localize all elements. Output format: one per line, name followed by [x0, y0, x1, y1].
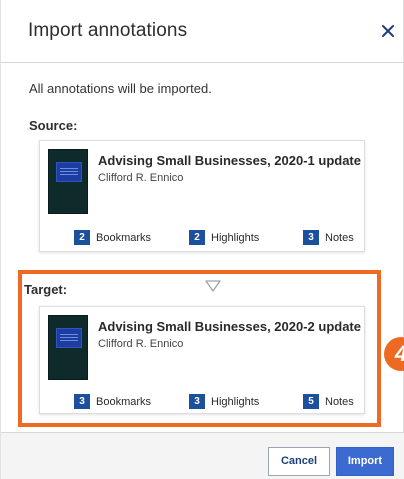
source-highlights-stat: 2 Highlights	[189, 230, 259, 245]
book-cover-image	[48, 315, 88, 380]
step-number-marker: 4	[384, 337, 404, 371]
close-icon	[382, 25, 394, 37]
import-button[interactable]: Import	[336, 447, 394, 476]
target-label: Target:	[24, 282, 68, 297]
source-label: Source:	[29, 118, 78, 133]
count-badge: 3	[189, 394, 205, 409]
count-badge: 3	[303, 230, 319, 245]
source-bookmarks-stat: 2 Bookmarks	[74, 230, 151, 245]
count-badge: 3	[74, 394, 90, 409]
stat-label: Highlights	[211, 231, 260, 244]
book-cover-image	[48, 149, 88, 214]
target-notes-stat: 5 Notes	[303, 394, 354, 409]
stat-label: Notes	[325, 231, 354, 244]
source-book-card: Advising Small Businesses, 2020-1 update…	[39, 140, 365, 252]
target-book-card: Advising Small Businesses, 2020-2 update…	[39, 306, 365, 414]
dialog-header: Import annotations	[1, 0, 404, 63]
target-book-author: Clifford R. Ennico	[98, 338, 184, 350]
source-notes-stat: 3 Notes	[303, 230, 354, 245]
stat-label: Highlights	[211, 395, 260, 408]
cancel-button[interactable]: Cancel	[268, 447, 330, 476]
source-book-author: Clifford R. Ennico	[98, 172, 184, 184]
stat-label: Bookmarks	[96, 231, 152, 244]
stat-label: Bookmarks	[96, 395, 152, 408]
dialog-title: Import annotations	[28, 20, 188, 41]
down-arrow-icon	[205, 280, 221, 292]
import-annotations-dialog: Import annotations All annotations will …	[0, 0, 404, 479]
target-highlights-stat: 3 Highlights	[189, 394, 259, 409]
source-book-title: Advising Small Businesses, 2020-1 update	[98, 153, 361, 168]
target-bookmarks-stat: 3 Bookmarks	[74, 394, 151, 409]
close-button[interactable]	[379, 22, 397, 40]
target-book-title: Advising Small Businesses, 2020-2 update	[98, 319, 361, 334]
count-badge: 2	[189, 230, 205, 245]
info-text: All annotations will be imported.	[29, 81, 212, 96]
count-badge: 2	[74, 230, 90, 245]
stat-label: Notes	[325, 395, 354, 408]
count-badge: 5	[303, 394, 319, 409]
